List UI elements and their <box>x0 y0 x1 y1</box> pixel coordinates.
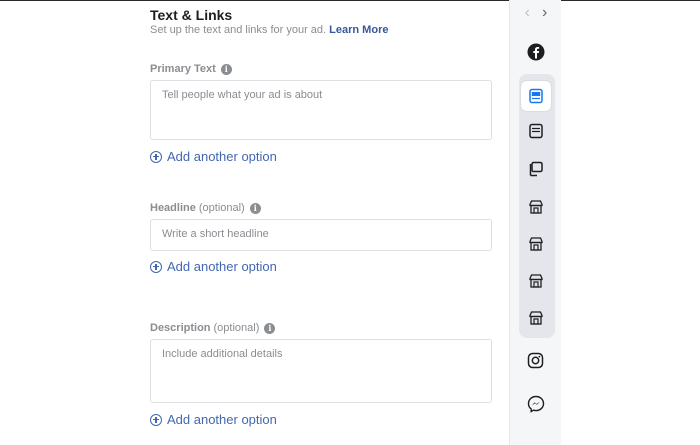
headline-label: Headline (optional) i <box>150 202 261 214</box>
facebook-icon[interactable] <box>524 40 548 64</box>
primary-text-add-option-button[interactable]: Add another option <box>150 149 277 164</box>
text-links-section: Text & Links Set up the text and links f… <box>150 0 500 445</box>
prev-arrow-icon[interactable]: ‹ <box>525 4 530 22</box>
description-label: Description (optional) i <box>150 322 276 334</box>
plus-circle-icon <box>150 260 162 273</box>
plus-circle-icon <box>150 413 162 426</box>
description-optional-text: (optional) <box>213 322 260 334</box>
section-title: Text & Links <box>150 7 233 23</box>
headline-field[interactable] <box>150 219 492 251</box>
instant-article-icon[interactable] <box>524 157 548 181</box>
description-field[interactable] <box>150 339 492 403</box>
marketplace-icon[interactable] <box>524 232 548 256</box>
description-add-option-button[interactable]: Add another option <box>150 412 277 427</box>
primary-text-label: Primary Text i <box>150 63 232 75</box>
section-subtitle: Set up the text and links for your ad. L… <box>150 24 388 36</box>
marketplace-icon[interactable] <box>524 195 548 219</box>
primary-text-label-text: Primary Text <box>150 63 216 75</box>
info-icon[interactable]: i <box>249 202 261 214</box>
info-icon[interactable]: i <box>220 63 232 75</box>
plus-circle-icon <box>150 150 162 163</box>
headline-input[interactable] <box>162 228 480 240</box>
headline-optional-text: (optional) <box>198 202 245 214</box>
next-arrow-icon[interactable]: › <box>542 4 547 22</box>
learn-more-link[interactable]: Learn More <box>329 24 388 36</box>
primary-text-input[interactable] <box>162 89 480 125</box>
description-input[interactable] <box>162 348 480 384</box>
headline-add-option-button[interactable]: Add another option <box>150 259 277 274</box>
add-option-label: Add another option <box>167 259 277 274</box>
add-option-label: Add another option <box>167 149 277 164</box>
description-label-text: Description <box>150 322 211 334</box>
messenger-icon[interactable] <box>524 392 548 416</box>
marketplace-icon[interactable] <box>524 306 548 330</box>
add-option-label: Add another option <box>167 412 277 427</box>
ad-text-links-editor: Text & Links Set up the text and links f… <box>0 0 700 445</box>
placement-nav: ‹ › <box>510 4 562 22</box>
marketplace-icon[interactable] <box>524 269 548 293</box>
placement-preview-panel: ‹ › <box>509 0 561 445</box>
primary-text-field[interactable] <box>150 80 492 140</box>
stories-placement-icon[interactable] <box>524 119 548 143</box>
feed-placement-icon[interactable] <box>520 81 551 111</box>
section-subtitle-text: Set up the text and links for your ad. <box>150 24 327 36</box>
instagram-icon[interactable] <box>524 348 548 372</box>
info-icon[interactable]: i <box>264 322 276 334</box>
headline-label-text: Headline <box>150 202 196 214</box>
